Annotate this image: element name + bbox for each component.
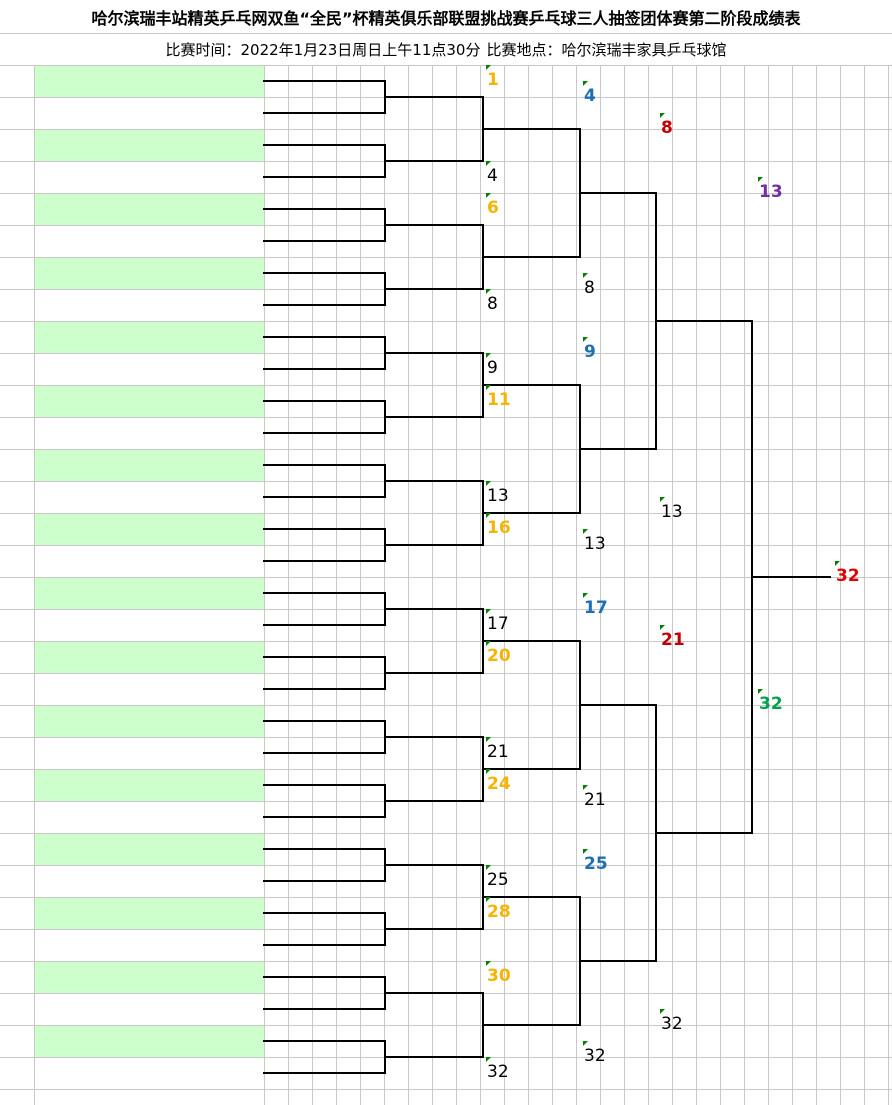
bracket-lines xyxy=(263,65,840,1074)
round2-result: 25 xyxy=(584,854,608,874)
bracket-sheet: 哈尔滨瑞丰站精英乒乓网双鱼“全民”杯精英俱乐部联盟挑战赛乒乓球三人抽签团体赛第二… xyxy=(0,0,892,1105)
round1-result: 13 xyxy=(487,486,509,506)
round1-result: 17 xyxy=(487,614,509,634)
round4-result: 32 xyxy=(759,694,783,714)
round3-result: 32 xyxy=(661,1014,683,1034)
round3-result: 13 xyxy=(661,502,683,522)
round1-result: 24 xyxy=(487,774,511,794)
round1-result: 4 xyxy=(487,166,498,186)
round1-result: 30 xyxy=(487,966,511,986)
round2-result: 13 xyxy=(584,534,606,554)
round3-result: 8 xyxy=(661,118,673,138)
round2-result: 4 xyxy=(584,86,596,106)
round1-result: 9 xyxy=(487,358,498,378)
round1-result: 1 xyxy=(487,70,499,90)
round1-result: 11 xyxy=(487,390,511,410)
round1-result: 6 xyxy=(487,198,499,218)
round1-result: 16 xyxy=(487,518,511,538)
round1-result: 8 xyxy=(487,294,498,314)
champion-result: 32 xyxy=(836,566,860,586)
round1-result: 21 xyxy=(487,742,509,762)
round1-result: 20 xyxy=(487,646,511,666)
round2-result: 17 xyxy=(584,598,608,618)
round3-result: 21 xyxy=(661,630,685,650)
round2-result: 8 xyxy=(584,278,595,298)
round2-result: 32 xyxy=(584,1046,606,1066)
round1-result: 25 xyxy=(487,870,509,890)
round2-result: 9 xyxy=(584,342,596,362)
round1-result: 32 xyxy=(487,1062,509,1082)
round4-result: 13 xyxy=(759,182,783,202)
round2-result: 21 xyxy=(584,790,606,810)
round1-result: 28 xyxy=(487,902,511,922)
